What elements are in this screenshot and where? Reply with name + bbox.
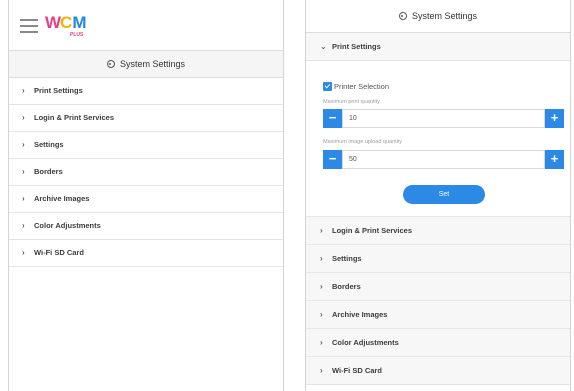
menu-item-archive-images[interactable]: › Archive Images (306, 301, 570, 329)
gear-icon (106, 60, 115, 68)
max-upload-label: Maximum image upload quantity (323, 139, 403, 145)
chevron-right-icon: › (22, 167, 25, 176)
menu-item-settings[interactable]: › Settings (9, 132, 283, 159)
print-settings-header[interactable]: ⌄ Print Settings (306, 33, 570, 61)
chevron-right-icon: › (320, 310, 323, 319)
menu-item-color-adjustments[interactable]: › Color Adjustments (306, 329, 570, 357)
printer-selection-row[interactable]: Printer Selection (323, 82, 389, 91)
max-print-input[interactable] (342, 109, 545, 128)
max-print-decrement-button[interactable]: − (323, 109, 342, 128)
max-upload-stepper: − + (323, 150, 564, 169)
chevron-right-icon: › (22, 86, 25, 95)
menu-item-wifi-sd-card[interactable]: › Wi-Fi SD Card (9, 240, 283, 267)
max-upload-increment-button[interactable]: + (545, 150, 564, 169)
menu-item-borders[interactable]: › Borders (9, 159, 283, 186)
max-upload-decrement-button[interactable]: − (323, 150, 342, 169)
menu-item-color-adjustments[interactable]: › Color Adjustments (9, 213, 283, 240)
system-settings-title: System Settings (411, 11, 478, 21)
chevron-right-icon: › (22, 248, 25, 257)
print-settings-panel: Printer Selection Maximum print quantity… (306, 61, 570, 217)
set-button[interactable]: Set (403, 185, 485, 204)
right-panel: System Settings ⌄ Print Settings Printer … (305, 0, 571, 391)
left-panel: WCM PLUS System Settings › Print Settings… (8, 0, 284, 391)
chevron-right-icon: › (320, 226, 323, 235)
system-settings-title: System Settings (119, 59, 186, 69)
system-settings-header: System Settings (9, 50, 283, 78)
wcm-plus-logo: WCM PLUS (45, 13, 87, 38)
max-upload-input[interactable] (342, 150, 545, 169)
chevron-right-icon: › (320, 254, 323, 263)
top-bar: WCM PLUS (9, 0, 283, 50)
chevron-right-icon: › (22, 221, 25, 230)
chevron-right-icon: › (320, 338, 323, 347)
chevron-right-icon: › (320, 366, 323, 375)
max-print-increment-button[interactable]: + (545, 109, 564, 128)
gear-icon (398, 12, 407, 20)
menu-item-borders[interactable]: › Borders (306, 273, 570, 301)
menu-item-wifi-sd-card[interactable]: › Wi-Fi SD Card (306, 357, 570, 385)
menu-item-print-settings[interactable]: › Print Settings (9, 78, 283, 105)
menu-item-login-print-services[interactable]: › Login & Print Services (306, 217, 570, 245)
chevron-right-icon: › (320, 282, 323, 291)
chevron-right-icon: › (22, 113, 25, 122)
menu-item-login-print-services[interactable]: › Login & Print Services (9, 105, 283, 132)
chevron-right-icon: › (22, 194, 25, 203)
printer-selection-checkbox[interactable] (323, 82, 332, 91)
max-print-label: Maximum print quantity (323, 99, 380, 105)
max-print-stepper: − + (323, 109, 564, 128)
menu-item-archive-images[interactable]: › Archive Images (9, 186, 283, 213)
printer-selection-label: Printer Selection (334, 82, 390, 91)
chevron-right-icon: › (22, 140, 25, 149)
system-settings-header: System Settings (306, 0, 570, 33)
chevron-down-icon: ⌄ (320, 42, 327, 51)
hamburger-menu-icon[interactable] (20, 19, 38, 33)
menu-item-settings[interactable]: › Settings (306, 245, 570, 273)
